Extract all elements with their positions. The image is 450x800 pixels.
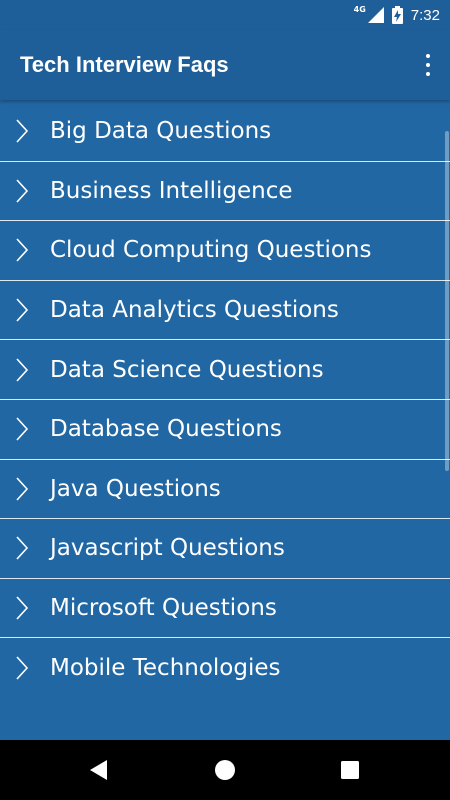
list-item-label: Cloud Computing Questions [50,237,372,264]
list-item-java[interactable]: Java Questions [0,458,450,519]
chevron-right-icon [16,358,29,382]
chevron-right-icon [16,298,29,322]
network-type: 4G [353,4,366,14]
battery-charging-icon [391,6,403,24]
list-item-label: Database Questions [50,416,282,443]
signal-icon [367,7,384,23]
list-item-label: Big Data Questions [50,117,272,144]
list-item-database[interactable]: Database Questions [0,398,450,459]
list-item-label: Javascript Questions [50,535,285,562]
page-title: Tech Interview Faqs [20,52,229,77]
chevron-right-icon [16,477,29,501]
list-item-mobile-technologies[interactable]: Mobile Technologies [0,637,450,681]
list-item-microsoft[interactable]: Microsoft Questions [0,577,450,638]
list-item-label: Business Intelligence [50,177,293,204]
system-nav-bar [0,740,450,800]
scrollbar[interactable] [445,131,449,471]
list-item-business-intelligence[interactable]: Business Intelligence [0,160,450,221]
list-item-label: Mobile Technologies [50,654,281,681]
topic-list: Big Data Questions Business Intelligence… [0,101,450,681]
app-bar: Tech Interview Faqs [0,30,450,100]
list-item-javascript[interactable]: Javascript Questions [0,518,450,578]
list-item-label: Data Science Questions [50,356,324,383]
back-icon[interactable] [89,759,109,781]
clock: 7:32 [410,6,440,24]
chevron-right-icon [16,179,29,203]
chevron-right-icon [16,417,29,441]
list-item-cloud-computing[interactable]: Cloud Computing Questions [0,220,450,280]
recent-apps-icon[interactable] [341,761,359,779]
status-bar: 4G 7:32 [0,0,450,30]
chevron-right-icon [16,596,29,620]
chevron-right-icon [16,119,29,143]
more-vert-icon[interactable] [418,52,438,78]
chevron-right-icon [16,536,29,560]
chevron-right-icon [16,656,29,680]
list-item-label: Data Analytics Questions [50,297,339,324]
list-item-big-data[interactable]: Big Data Questions [0,101,450,161]
list-item-label: Microsoft Questions [50,595,277,622]
list-item-label: Java Questions [50,475,221,502]
list-item-data-science[interactable]: Data Science Questions [0,339,450,399]
list-item-data-analytics[interactable]: Data Analytics Questions [0,279,450,340]
home-icon[interactable] [215,760,235,780]
chevron-right-icon [16,238,29,263]
